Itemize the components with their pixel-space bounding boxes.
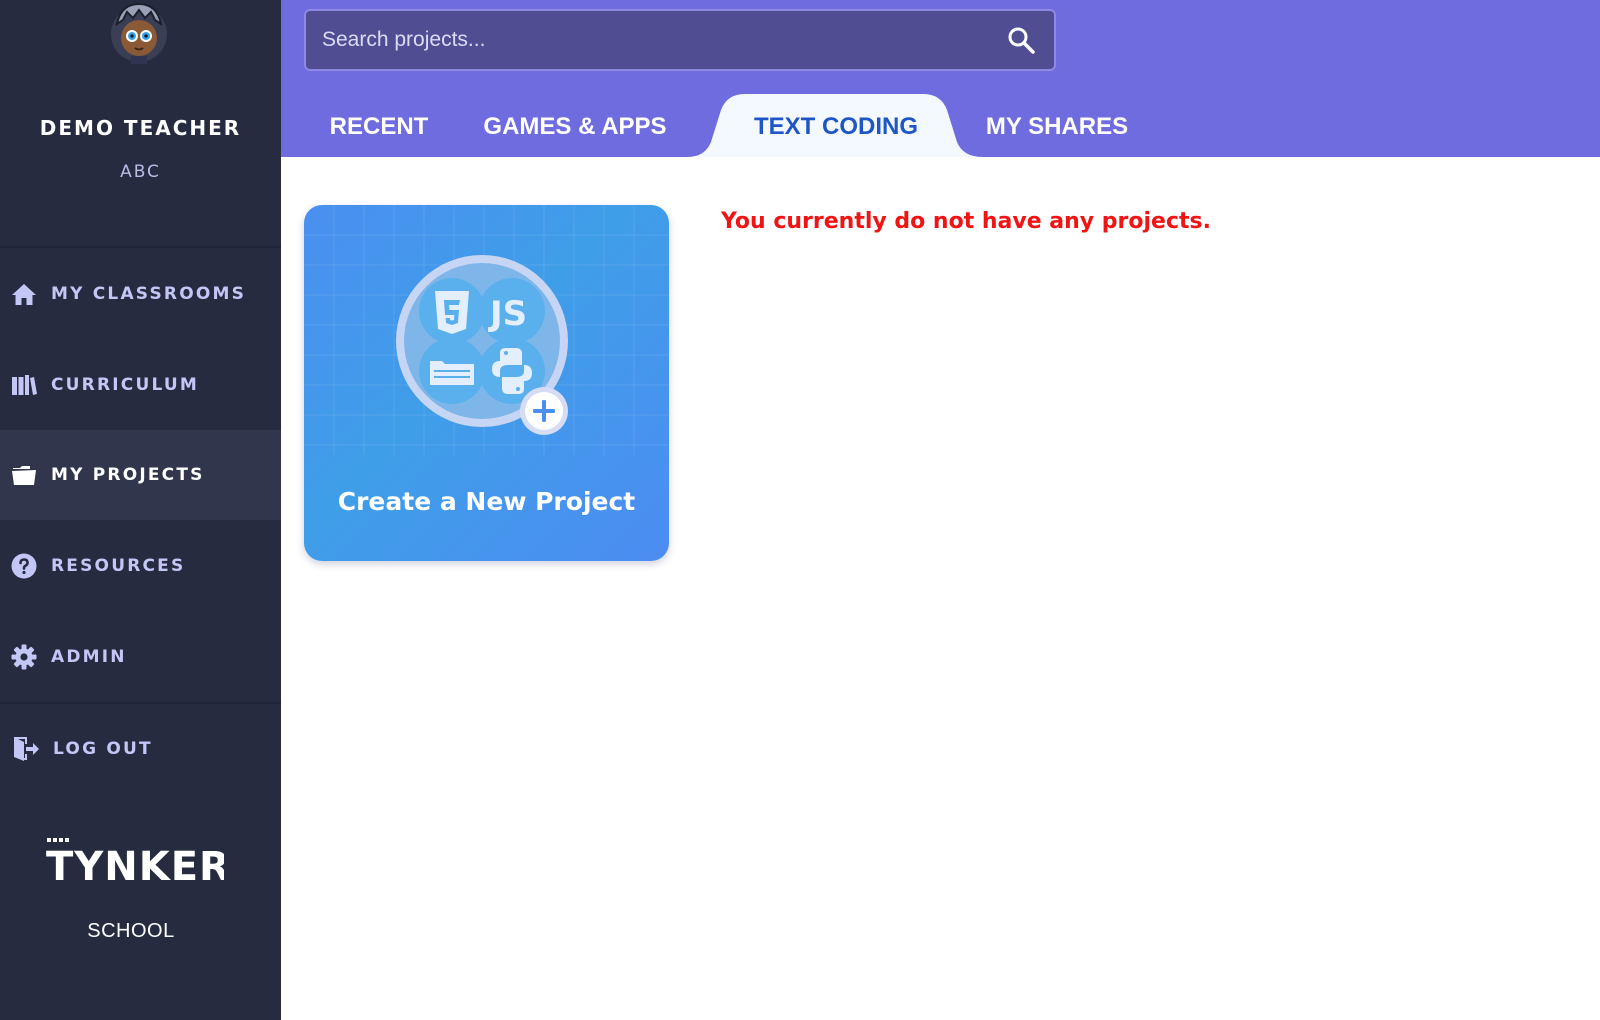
sidebar-item-label: CURRICULUM	[51, 375, 200, 395]
help-circle-icon	[10, 552, 38, 580]
logout-icon	[12, 735, 40, 763]
sidebar-item-resources[interactable]: RESOURCES	[0, 521, 281, 611]
header: RECENT GAMES & APPS TEXT CODING MY SHARE…	[281, 0, 1600, 157]
sidebar-item-curriculum[interactable]: CURRICULUM	[0, 340, 281, 430]
books-icon	[10, 371, 38, 399]
create-new-project-card[interactable]: JS Create a New Project	[304, 205, 669, 561]
brand-subtitle: SCHOOL	[87, 920, 175, 942]
tab-games-and-apps[interactable]: GAMES & APPS	[483, 96, 667, 157]
tab-text-coding[interactable]: TEXT CODING	[724, 96, 948, 157]
sidebar-item-label: ADMIN	[51, 647, 127, 667]
svg-text:JS: JS	[488, 294, 527, 334]
search-icon[interactable]	[1006, 25, 1036, 55]
folder-icon	[10, 461, 38, 489]
user-name: DEMO TEACHER	[39, 116, 242, 140]
sidebar-item-my-classrooms[interactable]: MY CLASSROOMS	[0, 249, 281, 339]
sidebar-item-my-projects[interactable]: MY PROJECTS	[0, 430, 281, 520]
tynker-logo[interactable]: TYNKER	[44, 838, 224, 888]
svg-text:TYNKER: TYNKER	[46, 844, 224, 888]
sidebar-item-label: LOG OUT	[53, 739, 153, 759]
tab-recent[interactable]: RECENT	[319, 96, 439, 157]
sidebar-divider	[0, 246, 281, 248]
sidebar-item-log-out[interactable]: LOG OUT	[0, 704, 281, 794]
tab-my-shares[interactable]: MY SHARES	[976, 96, 1138, 157]
avatar[interactable]	[107, 0, 171, 64]
empty-projects-message: You currently do not have any projects.	[721, 209, 1211, 234]
sidebar-item-label: MY PROJECTS	[51, 465, 205, 485]
user-organization: ABC	[120, 162, 161, 182]
home-icon	[10, 280, 38, 308]
code-languages-icon: JS	[396, 255, 568, 435]
search-input[interactable]	[322, 11, 962, 69]
search-bar	[304, 9, 1056, 71]
create-new-project-label: Create a New Project	[337, 487, 636, 516]
sidebar-item-admin[interactable]: ADMIN	[0, 612, 281, 702]
sidebar-item-label: MY CLASSROOMS	[51, 284, 247, 304]
sidebar: DEMO TEACHER ABC MY CLASSROOMS CURRICULU…	[0, 0, 281, 1020]
sidebar-item-label: RESOURCES	[51, 556, 186, 576]
gear-icon	[10, 643, 38, 671]
